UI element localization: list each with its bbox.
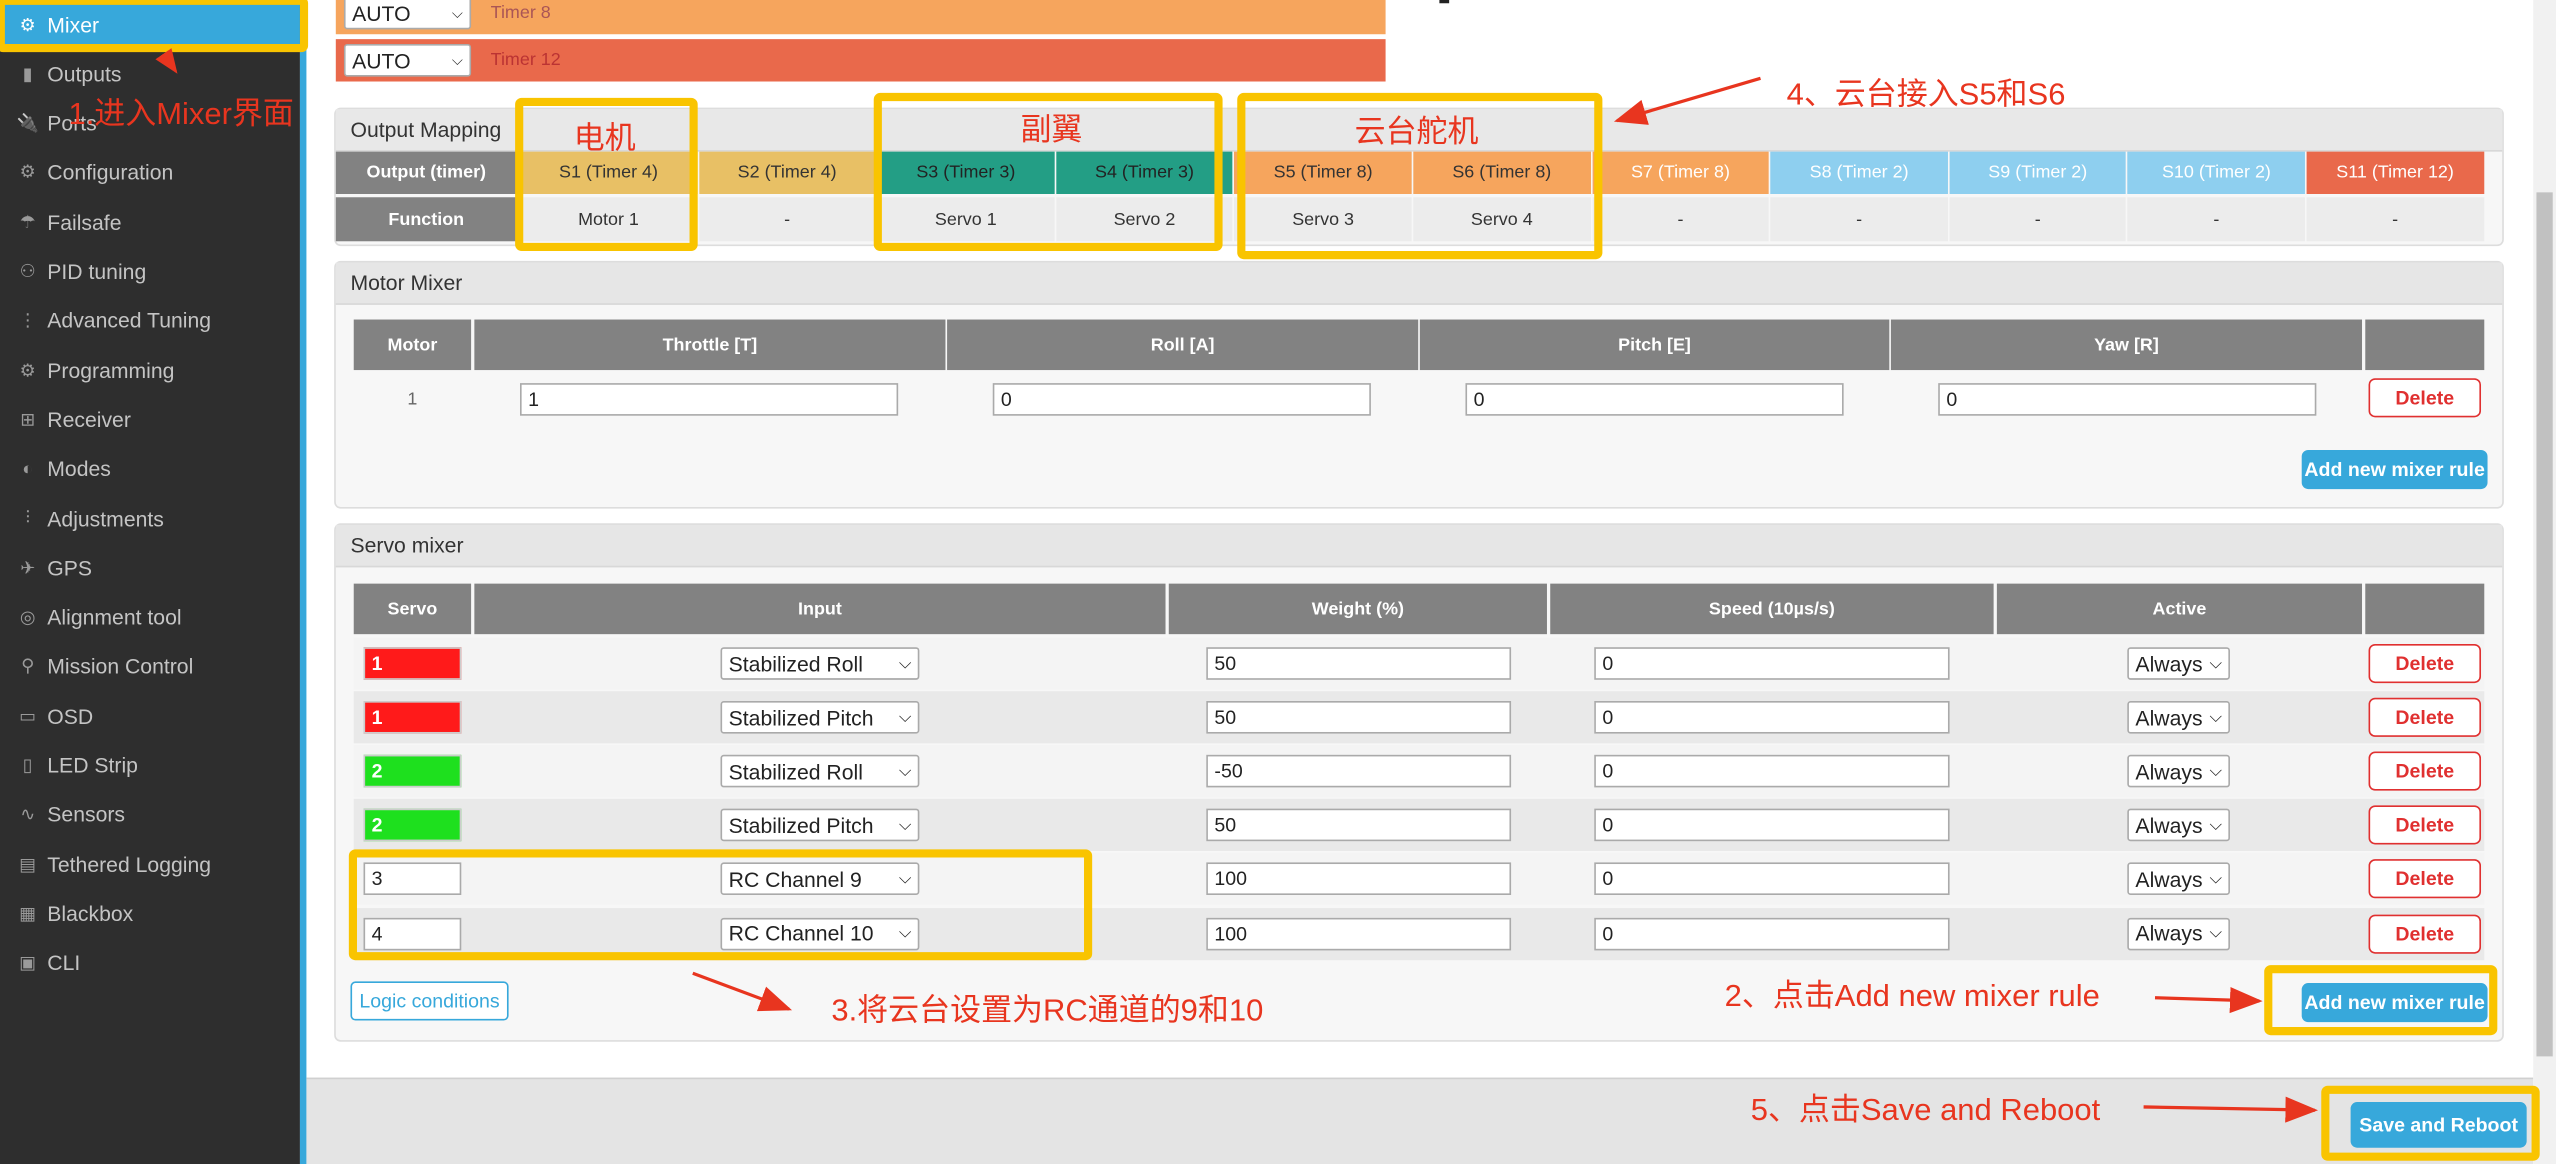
annotation-arrows: [155, 48, 2319, 1123]
arrow-step5: [2143, 1096, 2319, 1123]
arrow-step3: [692, 971, 793, 1012]
arrow-step1: [155, 48, 178, 74]
arrow-step4: [1613, 76, 1761, 125]
arrow-step2: [2154, 987, 2263, 1014]
